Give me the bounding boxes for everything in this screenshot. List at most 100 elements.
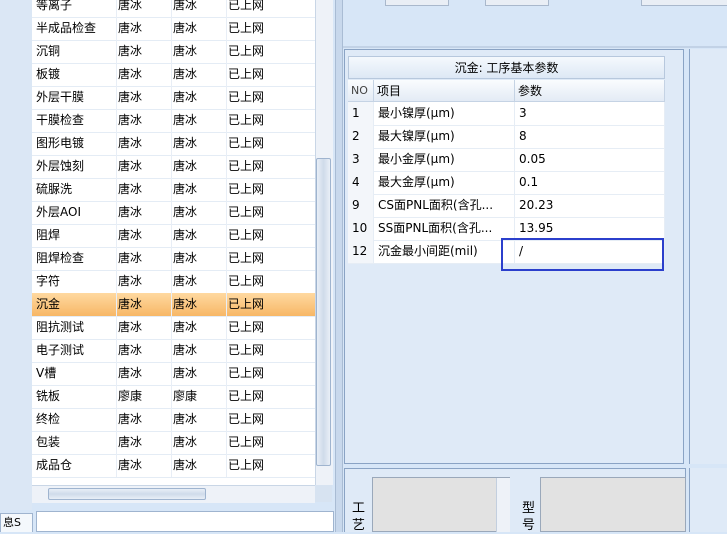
header-value[interactable]: 参数 [515,80,665,102]
process-name-cell: 沉铜 [32,40,117,63]
process-operator-cell: 唐冰 [171,178,227,201]
header-item[interactable]: 项目 [374,80,515,102]
section-divider [343,46,727,48]
process-status-cell: 已上网 [226,385,315,408]
process-operator-cell: 唐冰 [171,109,227,132]
param-row[interactable]: 3 最小金厚(μm) 0.05 [348,148,665,172]
scrollbar-corner [315,485,332,502]
process-operator-cell: 唐冰 [116,247,172,270]
param-value-cell[interactable]: 20.23 [515,194,665,217]
process-operator-cell: 唐冰 [171,316,227,339]
process-row[interactable]: 铣板 廖康 廖康 已上网 [32,385,315,409]
process-row[interactable]: 电子测试 唐冰 唐冰 已上网 [32,339,315,363]
process-status-cell: 已上网 [226,178,315,201]
process-operator-cell: 唐冰 [171,293,227,316]
process-row[interactable]: 图形电镀 唐冰 唐冰 已上网 [32,132,315,156]
top-button-1[interactable] [385,0,449,6]
process-row-selected[interactable]: 沉金 唐冰 唐冰 已上网 [32,293,315,317]
process-row[interactable]: 阻抗测试 唐冰 唐冰 已上网 [32,316,315,340]
param-value-cell[interactable]: 0.05 [515,148,665,171]
process-operator-cell: 唐冰 [116,155,172,178]
param-no-cell: 10 [348,217,374,240]
process-row[interactable]: 阻焊检查 唐冰 唐冰 已上网 [32,247,315,271]
process-row[interactable]: 外层蚀刻 唐冰 唐冰 已上网 [32,155,315,179]
param-no-cell: 4 [348,171,374,194]
param-row[interactable]: 4 最大金厚(μm) 0.1 [348,171,665,195]
process-operator-cell: 唐冰 [171,270,227,293]
process-row[interactable]: 阻焊 唐冰 唐冰 已上网 [32,224,315,248]
process-operator-cell: 唐冰 [171,155,227,178]
process-row[interactable]: V槽 唐冰 唐冰 已上网 [32,362,315,386]
process-status-cell: 已上网 [226,431,315,454]
process-operator-cell: 唐冰 [171,408,227,431]
process-row[interactable]: 字符 唐冰 唐冰 已上网 [32,270,315,294]
tab-info[interactable]: 息S [0,513,33,532]
process-operator-cell: 唐冰 [116,270,172,293]
process-list-grid[interactable]: 等离子 唐冰 唐冰 已上网 半成品检查 唐冰 唐冰 已上网 沉铜 唐冰 唐冰 已上网 板镀 唐冰 唐冰 已上网… [32,0,315,485]
craft-textbox-scrollbar[interactable] [496,478,510,532]
param-row[interactable]: 2 最大镍厚(μm) 8 [348,125,665,149]
process-row[interactable]: 半成品检查 唐冰 唐冰 已上网 [32,17,315,41]
tab-info-label: 息S [3,516,21,529]
model-textbox[interactable] [540,477,686,532]
param-no-cell: 9 [348,194,374,217]
bottom-input-field[interactable] [36,511,334,532]
process-operator-cell: 唐冰 [116,339,172,362]
header-no[interactable]: NO [348,80,374,102]
process-name-cell: 阻焊检查 [32,247,117,270]
process-operator-cell: 唐冰 [116,0,172,17]
param-row[interactable]: 9 CS面PNL面积(含孔... 20.23 [348,194,665,218]
param-no-cell: 2 [348,125,374,148]
process-operator-cell: 唐冰 [171,454,227,477]
param-item-cell: 最大镍厚(μm) [374,125,515,148]
process-status-cell: 已上网 [226,270,315,293]
model-label: 型号 [522,501,536,533]
top-toolbar-area [343,0,727,46]
process-list-horizontal-scroll-thumb[interactable] [48,488,206,500]
process-status-cell: 已上网 [226,109,315,132]
process-name-cell: 等离子 [32,0,117,17]
process-status-cell: 已上网 [226,362,315,385]
param-item-cell: CS面PNL面积(含孔... [374,194,515,217]
vertical-splitter[interactable] [335,0,343,532]
process-operator-cell: 唐冰 [116,109,172,132]
process-status-cell: 已上网 [226,201,315,224]
process-row[interactable]: 等离子 唐冰 唐冰 已上网 [32,0,315,18]
process-name-cell: 干膜检查 [32,109,117,132]
process-status-cell: 已上网 [226,316,315,339]
process-list-vertical-scroll-thumb[interactable] [316,158,331,466]
process-row[interactable]: 干膜检查 唐冰 唐冰 已上网 [32,109,315,133]
process-operator-cell: 唐冰 [116,293,172,316]
process-operator-cell: 唐冰 [116,431,172,454]
craft-textbox[interactable] [372,477,510,532]
process-name-cell: 外层干膜 [32,86,117,109]
process-operator-cell: 唐冰 [116,224,172,247]
top-button-2[interactable] [485,0,549,6]
process-name-cell: 板镀 [32,63,117,86]
param-value-cell[interactable]: 8 [515,125,665,148]
process-operator-cell: 唐冰 [171,86,227,109]
process-row[interactable]: 外层AOI 唐冰 唐冰 已上网 [32,201,315,225]
param-value-cell[interactable]: 13.95 [515,217,665,240]
param-value-cell[interactable]: 3 [515,102,665,125]
process-row[interactable]: 沉铜 唐冰 唐冰 已上网 [32,40,315,64]
param-no-cell: 12 [348,240,374,263]
process-row[interactable]: 终检 唐冰 唐冰 已上网 [32,408,315,432]
process-name-cell: 硫脲洗 [32,178,117,201]
process-name-cell: 沉金 [32,293,117,316]
process-operator-cell: 唐冰 [116,178,172,201]
process-operator-cell: 唐冰 [116,408,172,431]
process-row[interactable]: 外层干膜 唐冰 唐冰 已上网 [32,86,315,110]
process-operator-cell: 唐冰 [171,40,227,63]
process-status-cell: 已上网 [226,132,315,155]
process-row[interactable]: 成品仓 唐冰 唐冰 已上网 [32,454,315,478]
process-row[interactable]: 包装 唐冰 唐冰 已上网 [32,431,315,455]
process-row[interactable]: 硫脲洗 唐冰 唐冰 已上网 [32,178,315,202]
process-row[interactable]: 板镀 唐冰 唐冰 已上网 [32,63,315,87]
param-item-cell: 最大金厚(μm) [374,171,515,194]
params-grid[interactable]: NO 项目 参数 1 最小镍厚(μm) 3 2 最大镍厚(μm) 8 3 最小金厚(μm) 0.… [348,80,665,264]
top-button-3[interactable] [641,0,727,6]
process-operator-cell: 唐冰 [171,362,227,385]
param-row[interactable]: 1 最小镍厚(μm) 3 [348,102,665,126]
param-value-cell[interactable]: 0.1 [515,171,665,194]
